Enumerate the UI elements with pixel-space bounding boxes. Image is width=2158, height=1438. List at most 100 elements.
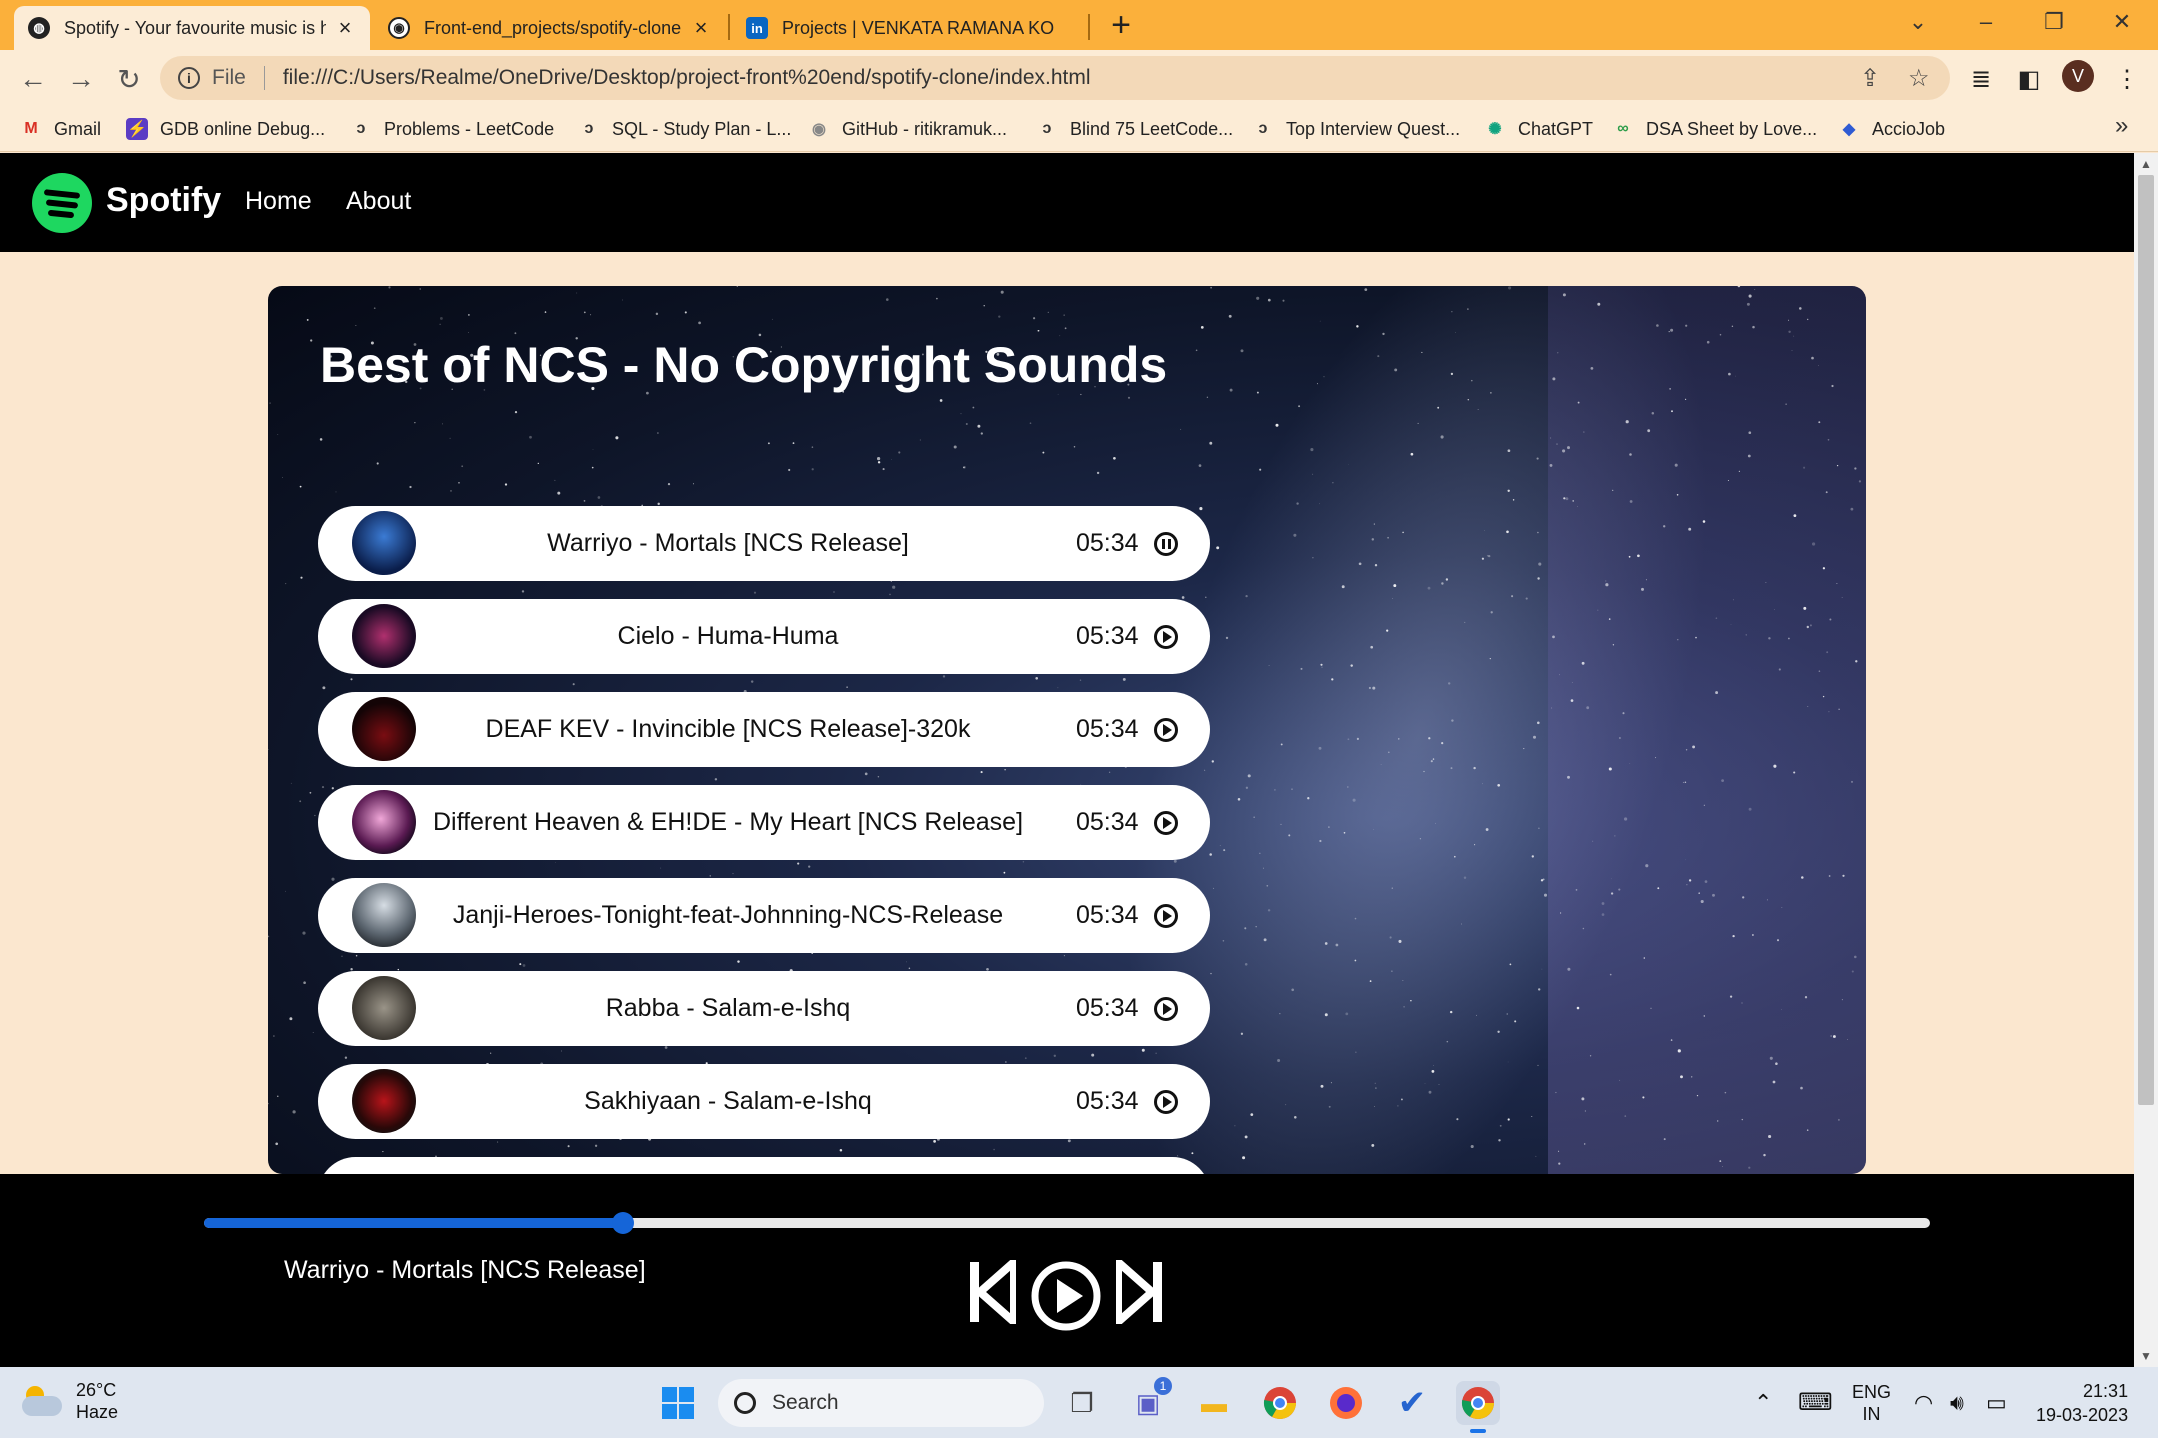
nav-about[interactable]: About — [346, 187, 411, 216]
star — [736, 286, 738, 287]
teams-chat-icon[interactable]: ▣ 1 — [1126, 1377, 1172, 1425]
star — [1836, 582, 1838, 585]
star — [1245, 786, 1249, 789]
song-item[interactable]: Different Heaven & EH!DE - My Heart [NCS… — [318, 785, 1210, 860]
bookmark-dsa-sheet[interactable]: ∞ DSA Sheet by Love... — [1612, 116, 1817, 142]
bookmark-github[interactable]: ◉ GitHub - ritikramuk... — [808, 116, 1007, 142]
windows-start-icon[interactable] — [656, 1381, 700, 1425]
song-item[interactable]: Rabba - Salam-e-Ishq 05:34 — [318, 971, 1210, 1046]
tab-search-chevron-icon[interactable]: ⌄ — [1888, 4, 1948, 40]
star — [1063, 955, 1065, 957]
todo-check-icon[interactable]: ✔ — [1390, 1381, 1434, 1425]
pause-icon[interactable] — [1154, 532, 1178, 556]
file-explorer-icon[interactable]: ▬ — [1192, 1381, 1236, 1425]
star — [1293, 533, 1297, 537]
star — [1247, 774, 1251, 778]
play-icon[interactable] — [1154, 811, 1178, 835]
keyboard-icon[interactable]: ⌨ — [1798, 1367, 1833, 1438]
play-pause-icon[interactable] — [1030, 1260, 1102, 1332]
star — [1509, 963, 1512, 966]
media-queue-icon[interactable]: ≣ — [1966, 64, 1996, 94]
taskbar-search[interactable]: Search — [718, 1379, 1044, 1427]
system-clock[interactable]: 21:31 19-03-2023 — [2036, 1379, 2128, 1427]
star — [1440, 435, 1444, 439]
star — [1670, 1039, 1673, 1041]
tab-github[interactable]: ◉ Front-end_projects/spotify-clone × — [374, 6, 726, 50]
bookmark-sql-study[interactable]: ↄ SQL - Study Plan - L... — [578, 116, 792, 142]
chrome-profile-icon[interactable] — [1456, 1381, 1500, 1433]
song-item[interactable]: DEAF KEV - Invincible [NCS Release]-320k… — [318, 692, 1210, 767]
star — [1244, 963, 1248, 966]
close-window-button[interactable]: ✕ — [2092, 4, 2152, 40]
bookmark-top-interview[interactable]: ↄ Top Interview Quest... — [1252, 116, 1461, 142]
play-icon[interactable] — [1154, 1090, 1178, 1114]
song-item[interactable]: Janji-Heroes-Tonight-feat-Johnning-NCS-R… — [318, 878, 1210, 953]
forward-button[interactable]: → — [64, 62, 98, 96]
progress-slider[interactable] — [204, 1212, 1930, 1234]
firefox-icon[interactable] — [1324, 1381, 1368, 1425]
volume-icon[interactable]: 🔊︎ — [1950, 1367, 1964, 1438]
tab-linkedin[interactable]: in Projects | VENKATA RAMANA KO — [732, 6, 1084, 50]
tray-overflow-icon[interactable]: ⌃ — [1754, 1367, 1772, 1438]
bookmark-leetcode-problems[interactable]: ↄ Problems - LeetCode — [350, 116, 555, 142]
menu-kebab-icon[interactable]: ⋮ — [2112, 64, 2142, 94]
side-panel-icon[interactable]: ◧ — [2014, 64, 2044, 94]
minimize-button[interactable]: – — [1956, 4, 2016, 40]
bookmark-label: DSA Sheet by Love... — [1646, 118, 1818, 139]
tab-spotify[interactable]: ◍ Spotify - Your favourite music is h × — [14, 6, 370, 50]
new-tab-button[interactable]: + — [1104, 6, 1138, 44]
star — [1748, 431, 1752, 435]
address-bar[interactable]: i File file:///C:/Users/Realme/OneDrive/… — [160, 56, 1950, 100]
bookmark-label: ChatGPT — [1518, 118, 1594, 139]
star — [1650, 1007, 1652, 1009]
bookmark-blind75[interactable]: ↄ Blind 75 LeetCode... — [1036, 116, 1234, 142]
play-icon[interactable] — [1154, 718, 1178, 742]
nav-home[interactable]: Home — [245, 187, 312, 216]
spotify-logo-icon[interactable] — [32, 173, 92, 233]
bookmark-acciojob[interactable]: ◆ AccioJob — [1838, 116, 1945, 142]
progress-handle[interactable] — [612, 1212, 635, 1234]
star — [1715, 617, 1718, 619]
language-indicator[interactable]: ENG IN — [1852, 1367, 1891, 1438]
chrome-icon[interactable] — [1258, 1381, 1302, 1425]
back-button[interactable]: ← — [16, 62, 50, 96]
share-icon[interactable]: ⇪ — [1860, 56, 1880, 100]
close-icon[interactable]: × — [690, 15, 712, 40]
bookmark-gdb[interactable]: ⚡ GDB online Debug... — [126, 116, 325, 142]
bookmark-chatgpt[interactable]: ✺ ChatGPT — [1484, 116, 1593, 142]
bookmark-gmail[interactable]: M Gmail — [20, 116, 101, 142]
next-track-icon[interactable] — [1116, 1260, 1164, 1324]
bookmark-star-icon[interactable]: ☆ — [1908, 56, 1930, 100]
gmail-icon: M — [24, 120, 38, 137]
previous-track-icon[interactable] — [968, 1260, 1016, 1324]
star — [1364, 288, 1368, 291]
star — [1748, 1166, 1751, 1169]
star — [504, 483, 508, 486]
restore-button[interactable]: ❐ — [2024, 4, 2084, 40]
play-icon[interactable] — [1154, 625, 1178, 649]
star — [1375, 1087, 1377, 1089]
star — [282, 477, 283, 478]
scrollbar-thumb[interactable] — [2138, 175, 2154, 1105]
info-icon[interactable]: i — [178, 67, 200, 89]
song-item[interactable]: Cielo - Huma-Huma 05:34 — [318, 599, 1210, 674]
star — [1122, 677, 1126, 681]
page-scrollbar[interactable]: ▲ ▼ — [2134, 153, 2158, 1367]
scroll-up-icon[interactable]: ▲ — [2140, 157, 2152, 171]
profile-avatar[interactable]: V — [2062, 60, 2094, 92]
song-item[interactable]: Warriyo - Mortals [NCS Release] 05:34 — [318, 506, 1210, 581]
bookmarks-overflow-icon[interactable]: » — [2115, 112, 2128, 140]
star — [1589, 1055, 1592, 1057]
play-icon[interactable] — [1154, 997, 1178, 1021]
weather-widget[interactable]: 26°C Haze — [22, 1379, 118, 1423]
scroll-down-icon[interactable]: ▼ — [2140, 1349, 2152, 1363]
reload-button[interactable]: ↻ — [112, 62, 146, 96]
brand-name[interactable]: Spotify — [106, 181, 221, 220]
play-icon[interactable] — [1154, 904, 1178, 928]
close-icon[interactable]: × — [334, 15, 356, 40]
battery-icon[interactable]: ▭ — [1986, 1367, 2007, 1438]
song-item-partial[interactable] — [318, 1157, 1210, 1174]
task-view-icon[interactable]: ❐ — [1060, 1381, 1104, 1425]
song-item[interactable]: Sakhiyaan - Salam-e-Ishq 05:34 — [318, 1064, 1210, 1139]
wifi-icon[interactable]: ◠ — [1914, 1367, 1933, 1438]
